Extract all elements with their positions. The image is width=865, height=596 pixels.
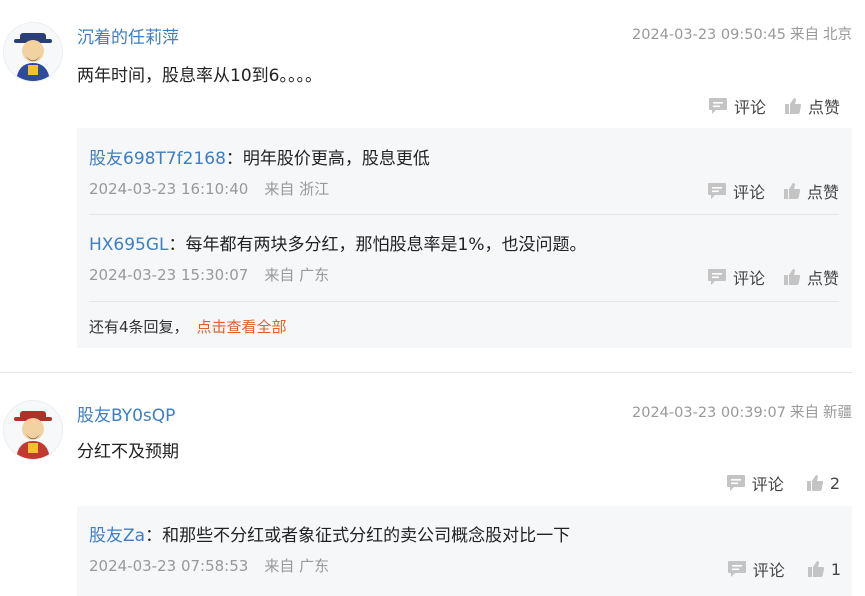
post-content: 两年时间，股息率从10到6。。。。 xyxy=(77,66,322,86)
avatar[interactable] xyxy=(3,22,63,82)
post-location: 北京 xyxy=(823,27,852,43)
comment-label: 评论 xyxy=(732,183,765,202)
post-actions: 评论 2 xyxy=(726,471,840,495)
reply-username[interactable]: 股友698T7f2168 xyxy=(89,149,226,169)
like-button[interactable]: 2 xyxy=(806,474,840,493)
like-label: 点赞 xyxy=(806,183,839,202)
reply-text: ：每年都有两块多分红，那怕股息率是1%，也没问题。 xyxy=(168,235,587,255)
comment-label: 评论 xyxy=(732,269,765,288)
post-username[interactable]: 沉着的任莉萍 xyxy=(77,23,179,48)
post-datetime: 2024-03-23 00:39:07 xyxy=(632,405,786,421)
thumbs-up-icon xyxy=(783,269,801,285)
reply-divider xyxy=(89,301,839,302)
like-count: 2 xyxy=(829,473,840,493)
comment-button[interactable]: 评论 xyxy=(707,265,765,289)
post-meta: 2024-03-23 09:50:45 来自 北京 xyxy=(632,23,852,44)
reply-meta: 2024-03-23 07:58:53 来自 广东 xyxy=(89,555,329,576)
reply-datetime: 2024-03-23 07:58:53 xyxy=(89,557,249,575)
thumbs-up-icon xyxy=(783,183,801,199)
reply-actions: 评论 点赞 xyxy=(707,265,839,289)
reply-box: 股友698T7f2168：明年股价更高，股息更低 2024-03-23 16:1… xyxy=(77,128,852,348)
post-datetime: 2024-03-23 09:50:45 xyxy=(632,27,786,43)
reply-meta: 2024-03-23 16:10:40 来自 浙江 xyxy=(89,178,329,199)
post-from-label: 来自 xyxy=(790,405,819,421)
reply-text-line: 股友Za：和那些不分红或者象征式分红的卖公司概念股对比一下 xyxy=(89,521,570,546)
reply-text: ：明年股价更高，股息更低 xyxy=(225,149,430,169)
post-meta: 2024-03-23 00:39:07 来自 新疆 xyxy=(632,401,852,422)
reply-box: 股友Za：和那些不分红或者象征式分红的卖公司概念股对比一下 2024-03-23… xyxy=(77,506,852,596)
reply-from: 来自 广东 xyxy=(264,557,330,575)
like-button[interactable]: 点赞 xyxy=(783,265,839,289)
comment-icon xyxy=(727,561,746,577)
post-actions: 评论 点赞 xyxy=(708,94,840,118)
comment-button[interactable]: 评论 xyxy=(707,179,765,203)
thumbs-up-icon xyxy=(784,98,802,114)
reply-text: ：和那些不分红或者象征式分红的卖公司概念股对比一下 xyxy=(145,526,571,546)
comment-icon xyxy=(726,475,745,491)
reply-meta: 2024-03-23 15:30:07 来自 广东 xyxy=(89,264,329,285)
reply-actions: 评论 1 xyxy=(727,557,841,581)
reply-text-line: HX695GL：每年都有两块多分红，那怕股息率是1%，也没问题。 xyxy=(89,230,587,255)
reply-item: 股友Za：和那些不分红或者象征式分红的卖公司概念股对比一下 2024-03-23… xyxy=(89,506,841,596)
post-item: 股友BY0sQP 2024-03-23 00:39:07 来自 新疆 分红不及预期 … xyxy=(0,373,865,596)
reply-from: 来自 浙江 xyxy=(264,180,330,198)
more-replies-text: 还有4条回复， xyxy=(89,318,189,336)
reply-actions: 评论 点赞 xyxy=(707,179,839,203)
reply-username[interactable]: HX695GL xyxy=(89,235,169,255)
caishen-avatar-icon xyxy=(14,411,52,459)
post-item: 沉着的任莉萍 2024-03-23 09:50:45 来自 北京 两年时间，股息率从… xyxy=(0,0,865,370)
reply-from: 来自 广东 xyxy=(264,266,330,284)
comment-icon xyxy=(707,269,726,285)
comment-icon xyxy=(708,98,727,114)
comment-label: 评论 xyxy=(733,98,766,117)
thumbs-up-icon xyxy=(807,561,824,577)
comment-button[interactable]: 评论 xyxy=(726,471,784,495)
like-button[interactable]: 1 xyxy=(807,560,841,579)
like-label: 点赞 xyxy=(806,269,839,288)
comment-label: 评论 xyxy=(751,475,784,494)
thumbs-up-icon xyxy=(806,475,823,491)
avatar[interactable] xyxy=(3,400,63,460)
post-location: 新疆 xyxy=(823,405,852,421)
comment-icon xyxy=(707,183,726,199)
like-button[interactable]: 点赞 xyxy=(783,179,839,203)
reply-item: HX695GL：每年都有两块多分红，那怕股息率是1%，也没问题。 2024-03… xyxy=(89,215,839,301)
reply-text-line: 股友698T7f2168：明年股价更高，股息更低 xyxy=(89,144,430,169)
more-replies: 还有4条回复， 点击查看全部 xyxy=(89,316,287,337)
post-username[interactable]: 股友BY0sQP xyxy=(77,401,175,426)
like-label: 点赞 xyxy=(807,98,840,117)
comment-button[interactable]: 评论 xyxy=(727,557,785,581)
caishen-avatar-icon xyxy=(14,33,52,81)
reply-datetime: 2024-03-23 15:30:07 xyxy=(89,266,249,284)
view-all-link[interactable]: 点击查看全部 xyxy=(197,318,287,336)
reply-datetime: 2024-03-23 16:10:40 xyxy=(89,180,249,198)
reply-username[interactable]: 股友Za xyxy=(89,526,145,546)
post-content: 分红不及预期 xyxy=(77,442,179,462)
like-count: 1 xyxy=(830,559,841,579)
comment-label: 评论 xyxy=(752,561,785,580)
like-button[interactable]: 点赞 xyxy=(784,94,840,118)
post-from-label: 来自 xyxy=(790,27,819,43)
comment-button[interactable]: 评论 xyxy=(708,94,766,118)
reply-item: 股友698T7f2168：明年股价更高，股息更低 2024-03-23 16:1… xyxy=(89,128,839,214)
